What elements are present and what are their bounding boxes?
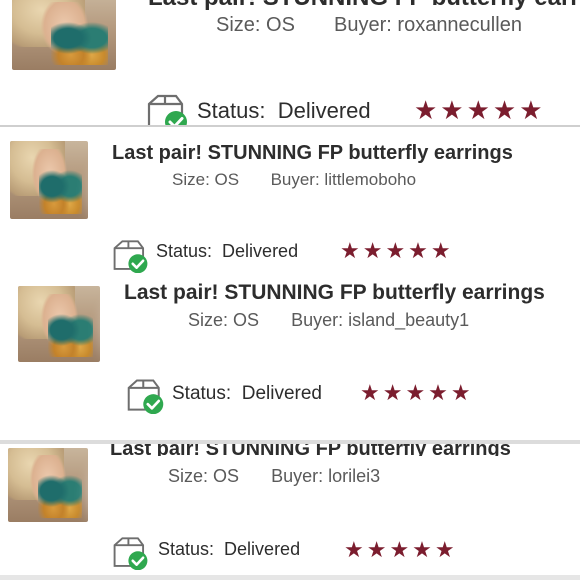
listing-meta: Size: OS Buyer: lorilei3 bbox=[168, 466, 380, 487]
product-thumbnail[interactable] bbox=[18, 286, 100, 362]
star-rating: ★★★★★ bbox=[340, 238, 454, 263]
review-card: Last pair! STUNNING FP butterfly earring… bbox=[0, 0, 580, 126]
delivery-status: Status: Delivered bbox=[156, 241, 298, 262]
delivery-status: Status: Delivered bbox=[158, 539, 300, 560]
star-rating: ★★★★★ bbox=[360, 380, 474, 405]
size-label: Size: OS bbox=[188, 310, 260, 330]
status-value: Delivered bbox=[277, 98, 371, 123]
listing-title[interactable]: Last pair! STUNNING FP butterfly earring… bbox=[124, 281, 545, 305]
package-delivered-icon bbox=[147, 94, 187, 126]
status-label: Status: bbox=[172, 383, 232, 404]
status-label: Status: bbox=[156, 241, 213, 261]
buyer-label[interactable]: Buyer: lorilei3 bbox=[271, 466, 380, 486]
size-label: Size: OS bbox=[172, 170, 240, 189]
buyer-label[interactable]: Buyer: littlemoboho bbox=[271, 170, 417, 189]
blurred-avatar bbox=[110, 472, 164, 518]
listing-meta: Size: OS Buyer: littlemoboho bbox=[172, 170, 416, 190]
status-value: Delivered bbox=[222, 241, 299, 261]
delivery-status: Status: Delivered bbox=[172, 383, 322, 405]
status-value: Delivered bbox=[241, 383, 322, 404]
listing-meta: Size: OS Buyer: roxannecullen bbox=[216, 14, 522, 37]
separator bbox=[0, 575, 580, 580]
listing-title[interactable]: Last pair! STUNNING FP butterfly earring… bbox=[112, 142, 513, 165]
status-value: Delivered bbox=[224, 539, 301, 559]
delivery-status: Status: Delivered bbox=[197, 98, 371, 124]
review-card: Last pair! STUNNING FP butterfly earring… bbox=[0, 127, 580, 274]
status-label: Status: bbox=[158, 539, 215, 559]
size-label: Size: OS bbox=[168, 466, 240, 486]
buyer-label[interactable]: Buyer: roxannecullen bbox=[334, 14, 522, 36]
product-thumbnail[interactable] bbox=[8, 448, 88, 522]
listing-title[interactable]: Last pair! STUNNING FP butterfly earring… bbox=[148, 0, 580, 10]
blurred-avatar bbox=[124, 308, 176, 354]
listing-meta: Size: OS Buyer: island_beauty1 bbox=[188, 310, 469, 331]
product-thumbnail[interactable] bbox=[10, 141, 88, 219]
listing-title[interactable]: Last pair! STUNNING FP butterfly earring… bbox=[110, 444, 511, 456]
review-card: Last pair! STUNNING FP butterfly earring… bbox=[0, 274, 580, 440]
package-delivered-icon bbox=[113, 537, 148, 570]
star-rating: ★★★★★ bbox=[344, 537, 458, 562]
review-card: Last pair! STUNNING FP butterfly earring… bbox=[0, 444, 580, 580]
blurred-avatar bbox=[112, 171, 168, 219]
status-label: Status: bbox=[197, 98, 266, 123]
product-thumbnail[interactable] bbox=[12, 0, 116, 70]
star-rating: ★★★★★ bbox=[414, 95, 546, 125]
size-label: Size: OS bbox=[216, 14, 295, 36]
package-delivered-icon bbox=[127, 379, 164, 414]
buyer-label[interactable]: Buyer: island_beauty1 bbox=[291, 310, 469, 330]
package-delivered-icon bbox=[113, 240, 148, 273]
